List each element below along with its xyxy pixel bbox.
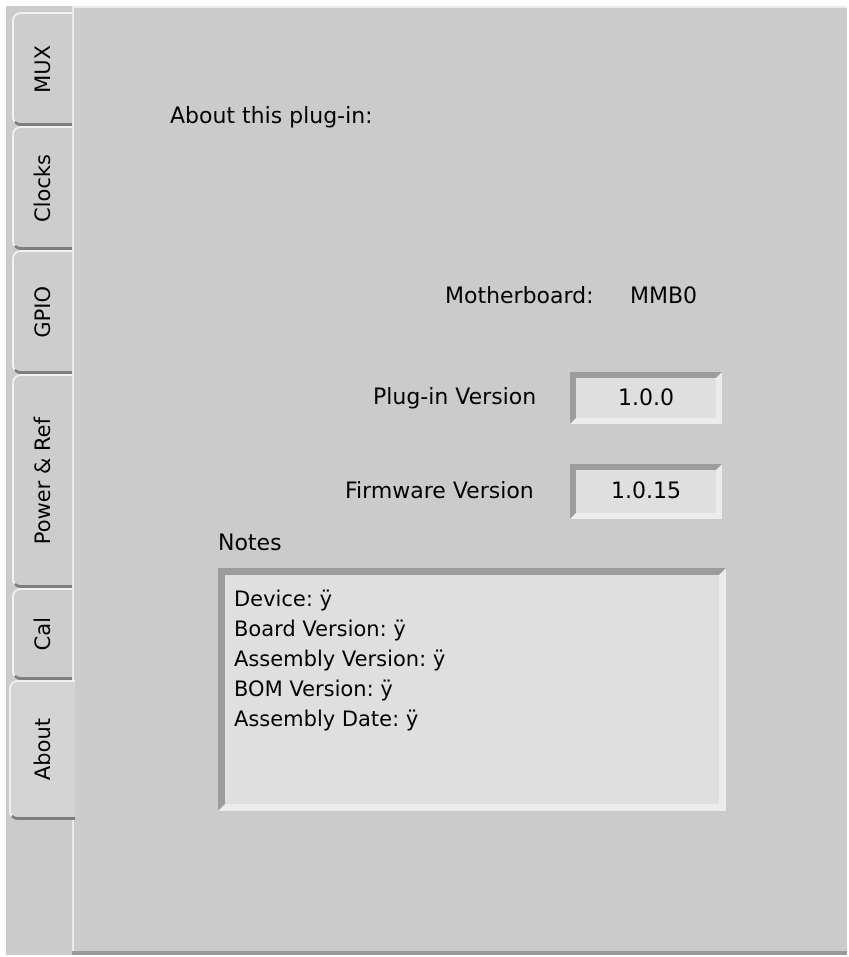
about-heading: About this plug-in:	[170, 104, 373, 129]
tab-clocks-label: Clocks	[30, 153, 55, 222]
notes-line-bom-version: BOM Version: ÿ	[234, 677, 393, 701]
firmware-version-label: Firmware Version	[345, 479, 534, 504]
tab-about[interactable]: About	[9, 680, 75, 820]
notes-line-assembly-version: Assembly Version: ÿ	[234, 647, 446, 671]
tab-mux[interactable]: MUX	[12, 12, 72, 126]
notes-textbox[interactable]: Device: ÿ Board Version: ÿ Assembly Vers…	[218, 568, 726, 811]
tab-gpio-label: GPIO	[30, 285, 55, 338]
plugin-version-label: Plug-in Version	[373, 385, 537, 410]
panel-shadow	[72, 951, 847, 955]
tab-power-ref[interactable]: Power & Ref	[12, 374, 72, 588]
firmware-version-field: 1.0.15	[570, 464, 722, 519]
motherboard-label: Motherboard:	[445, 284, 594, 309]
notes-line-assembly-date: Assembly Date: ÿ	[234, 707, 419, 731]
notes-line-device: Device: ÿ	[234, 587, 332, 611]
tab-mux-label: MUX	[30, 44, 55, 93]
notes-label: Notes	[218, 531, 282, 556]
firmware-version-value: 1.0.15	[611, 479, 681, 504]
motherboard-value: MMB0	[630, 284, 698, 309]
plugin-version-field: 1.0.0	[570, 372, 722, 424]
tab-gpio[interactable]: GPIO	[12, 250, 72, 374]
notes-line-board-version: Board Version: ÿ	[234, 617, 406, 641]
tab-cal[interactable]: Cal	[12, 588, 72, 680]
plugin-version-value: 1.0.0	[618, 385, 674, 411]
tab-power-ref-label: Power & Ref	[30, 416, 55, 545]
tab-about-label: About	[30, 718, 55, 781]
tab-clocks[interactable]: Clocks	[12, 126, 72, 250]
tab-cal-label: Cal	[30, 616, 55, 651]
